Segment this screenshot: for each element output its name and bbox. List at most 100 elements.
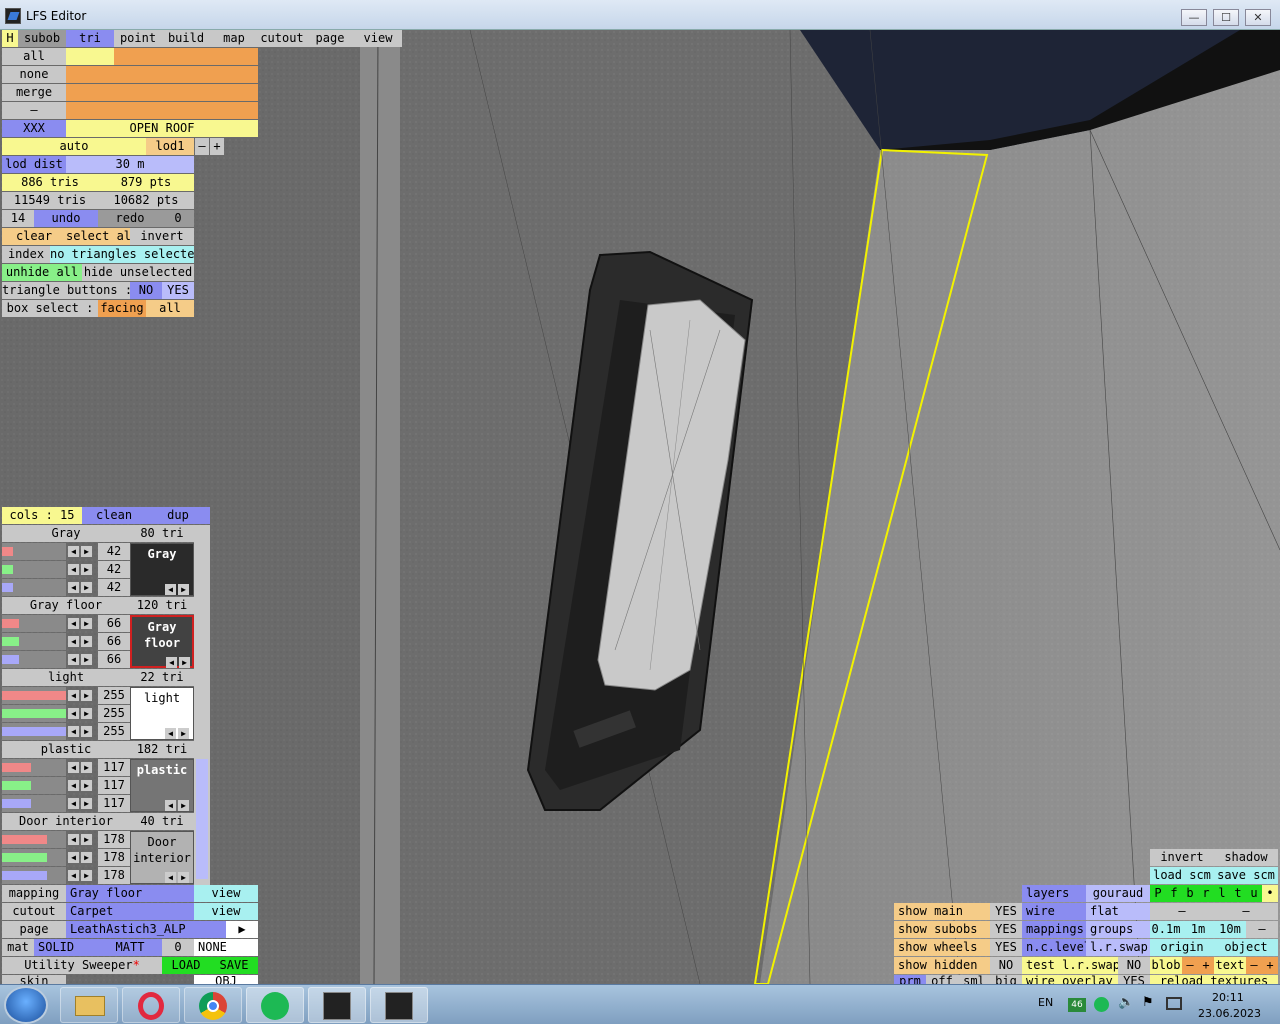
subob-slot[interactable]: [210, 102, 258, 119]
triangle-buttons-no[interactable]: NO: [130, 282, 162, 299]
subob-slot[interactable]: [210, 66, 258, 83]
decrease-arrow-icon[interactable]: ◀: [68, 834, 79, 845]
increase-arrow-icon[interactable]: ▶: [81, 618, 92, 629]
material-swatch[interactable]: Gray floor ◀ ▶: [130, 615, 194, 668]
increase-arrow-icon[interactable]: ▶: [81, 636, 92, 647]
subob-slot[interactable]: [162, 102, 210, 119]
green-value[interactable]: 255: [98, 705, 130, 722]
green-slider[interactable]: [2, 705, 66, 722]
tab-point[interactable]: point: [114, 30, 162, 47]
language-indicator[interactable]: EN: [1038, 996, 1053, 1009]
origin-button[interactable]: origin: [1150, 939, 1214, 956]
increase-arrow-icon[interactable]: ▶: [81, 834, 92, 845]
off-button[interactable]: off: [926, 975, 958, 984]
decrease-arrow-icon[interactable]: ◀: [68, 546, 79, 557]
wire-overlay-toggle[interactable]: YES: [1118, 975, 1150, 984]
decrease-arrow-icon[interactable]: ◀: [68, 798, 79, 809]
green-slider[interactable]: [2, 849, 66, 866]
solid-button[interactable]: SOLID: [34, 939, 98, 956]
next-colour-icon[interactable]: ▶: [179, 657, 190, 668]
next-colour-icon[interactable]: ▶: [178, 800, 189, 811]
subob-slot[interactable]: [114, 102, 162, 119]
subob-slot[interactable]: [66, 48, 114, 65]
decrease-arrow-icon[interactable]: ◀: [68, 690, 79, 701]
explorer-taskbar-icon[interactable]: [60, 987, 118, 1023]
network-icon[interactable]: [1166, 997, 1182, 1010]
green-value[interactable]: 178: [98, 849, 130, 866]
lod-decrease-button[interactable]: –: [195, 138, 209, 155]
tray-badge[interactable]: 46: [1068, 998, 1086, 1012]
start-button[interactable]: [4, 986, 48, 1024]
lod-level[interactable]: lod1: [146, 138, 194, 155]
clear-selection-button[interactable]: clear: [2, 228, 66, 245]
sml-button[interactable]: sml: [958, 975, 990, 984]
prev-colour-icon[interactable]: ◀: [165, 872, 176, 883]
test-lr-swap-button[interactable]: test l.r.swap: [1022, 957, 1118, 974]
lfs-editor-taskbar-icon[interactable]: [370, 987, 428, 1023]
view-axis-button-P[interactable]: P: [1150, 885, 1166, 902]
increase-arrow-icon[interactable]: ▶: [81, 564, 92, 575]
material-name[interactable]: Gray: [2, 525, 130, 542]
tab-page[interactable]: page: [306, 30, 354, 47]
green-value[interactable]: 117: [98, 777, 130, 794]
tab-build[interactable]: build: [162, 30, 210, 47]
step-1m-button[interactable]: 1m: [1182, 921, 1214, 938]
wire-button[interactable]: wire: [1022, 903, 1086, 920]
layers-button[interactable]: layers: [1022, 885, 1086, 902]
volume-icon[interactable]: 🔈: [1118, 995, 1134, 1010]
subob-slot[interactable]: [114, 48, 162, 65]
decrease-arrow-icon[interactable]: ◀: [68, 762, 79, 773]
blue-value[interactable]: 255: [98, 723, 130, 740]
view-axis-button-r[interactable]: r: [1198, 885, 1214, 902]
step-10m-button[interactable]: 10m: [1214, 921, 1246, 938]
subob-slot[interactable]: [66, 66, 114, 83]
shadow-button[interactable]: shadow: [1214, 849, 1278, 866]
invert-button[interactable]: invert: [1150, 849, 1214, 866]
decrease-arrow-icon[interactable]: ◀: [68, 852, 79, 863]
increase-arrow-icon[interactable]: ▶: [81, 780, 92, 791]
material-swatch[interactable]: Door interior ◀ ▶: [130, 831, 194, 884]
mapping-value[interactable]: Gray floor: [66, 885, 194, 902]
subob-slot[interactable]: [66, 102, 114, 119]
undo-button[interactable]: undo: [34, 210, 98, 227]
dash-button[interactable]: –: [2, 102, 66, 119]
box-select-all[interactable]: all: [146, 300, 194, 317]
flag-icon[interactable]: ⚑: [1142, 995, 1154, 1010]
subob-slot[interactable]: [210, 84, 258, 101]
increase-arrow-icon[interactable]: ▶: [81, 798, 92, 809]
material-name[interactable]: plastic: [2, 741, 130, 758]
cutout-value[interactable]: Carpet: [66, 903, 194, 920]
increase-arrow-icon[interactable]: ▶: [81, 726, 92, 737]
green-value[interactable]: 42: [98, 561, 130, 578]
unhide-all-button[interactable]: unhide all: [2, 264, 82, 281]
spotify-taskbar-icon[interactable]: [246, 987, 304, 1023]
red-value[interactable]: 255: [98, 687, 130, 704]
material-name[interactable]: light: [2, 669, 130, 686]
opera-taskbar-icon[interactable]: [122, 987, 180, 1023]
triangle-buttons-yes[interactable]: YES: [162, 282, 194, 299]
red-slider[interactable]: [2, 543, 66, 560]
subob-slot[interactable]: [210, 48, 258, 65]
blue-slider[interactable]: [2, 867, 66, 884]
load-scm-button[interactable]: load scm: [1150, 867, 1214, 884]
increase-arrow-icon[interactable]: ▶: [81, 582, 92, 593]
prm-button[interactable]: prm: [894, 975, 926, 984]
colours-scrollbar-thumb[interactable]: [196, 759, 208, 879]
auto-lod-button[interactable]: auto: [2, 138, 146, 155]
view-axis-button-f[interactable]: f: [1166, 885, 1182, 902]
increase-arrow-icon[interactable]: ▶: [81, 762, 92, 773]
lod-increase-button[interactable]: +: [210, 138, 224, 155]
increase-arrow-icon[interactable]: ▶: [81, 690, 92, 701]
chrome-taskbar-icon[interactable]: [184, 987, 242, 1023]
text-plus[interactable]: +: [1262, 957, 1278, 974]
show-hidden-toggle[interactable]: NO: [990, 957, 1022, 974]
clock-time[interactable]: 20:11: [1212, 991, 1244, 1004]
tab-tri[interactable]: tri: [66, 30, 114, 47]
object-button[interactable]: object: [1214, 939, 1278, 956]
lod-dist-value[interactable]: 30 m: [66, 156, 194, 173]
decrease-arrow-icon[interactable]: ◀: [68, 780, 79, 791]
cutout-view-button[interactable]: view: [194, 903, 258, 920]
maximize-button[interactable]: ☐: [1213, 9, 1239, 26]
select-all-subobs-button[interactable]: all: [2, 48, 66, 65]
step-minus-button[interactable]: –: [1246, 921, 1278, 938]
